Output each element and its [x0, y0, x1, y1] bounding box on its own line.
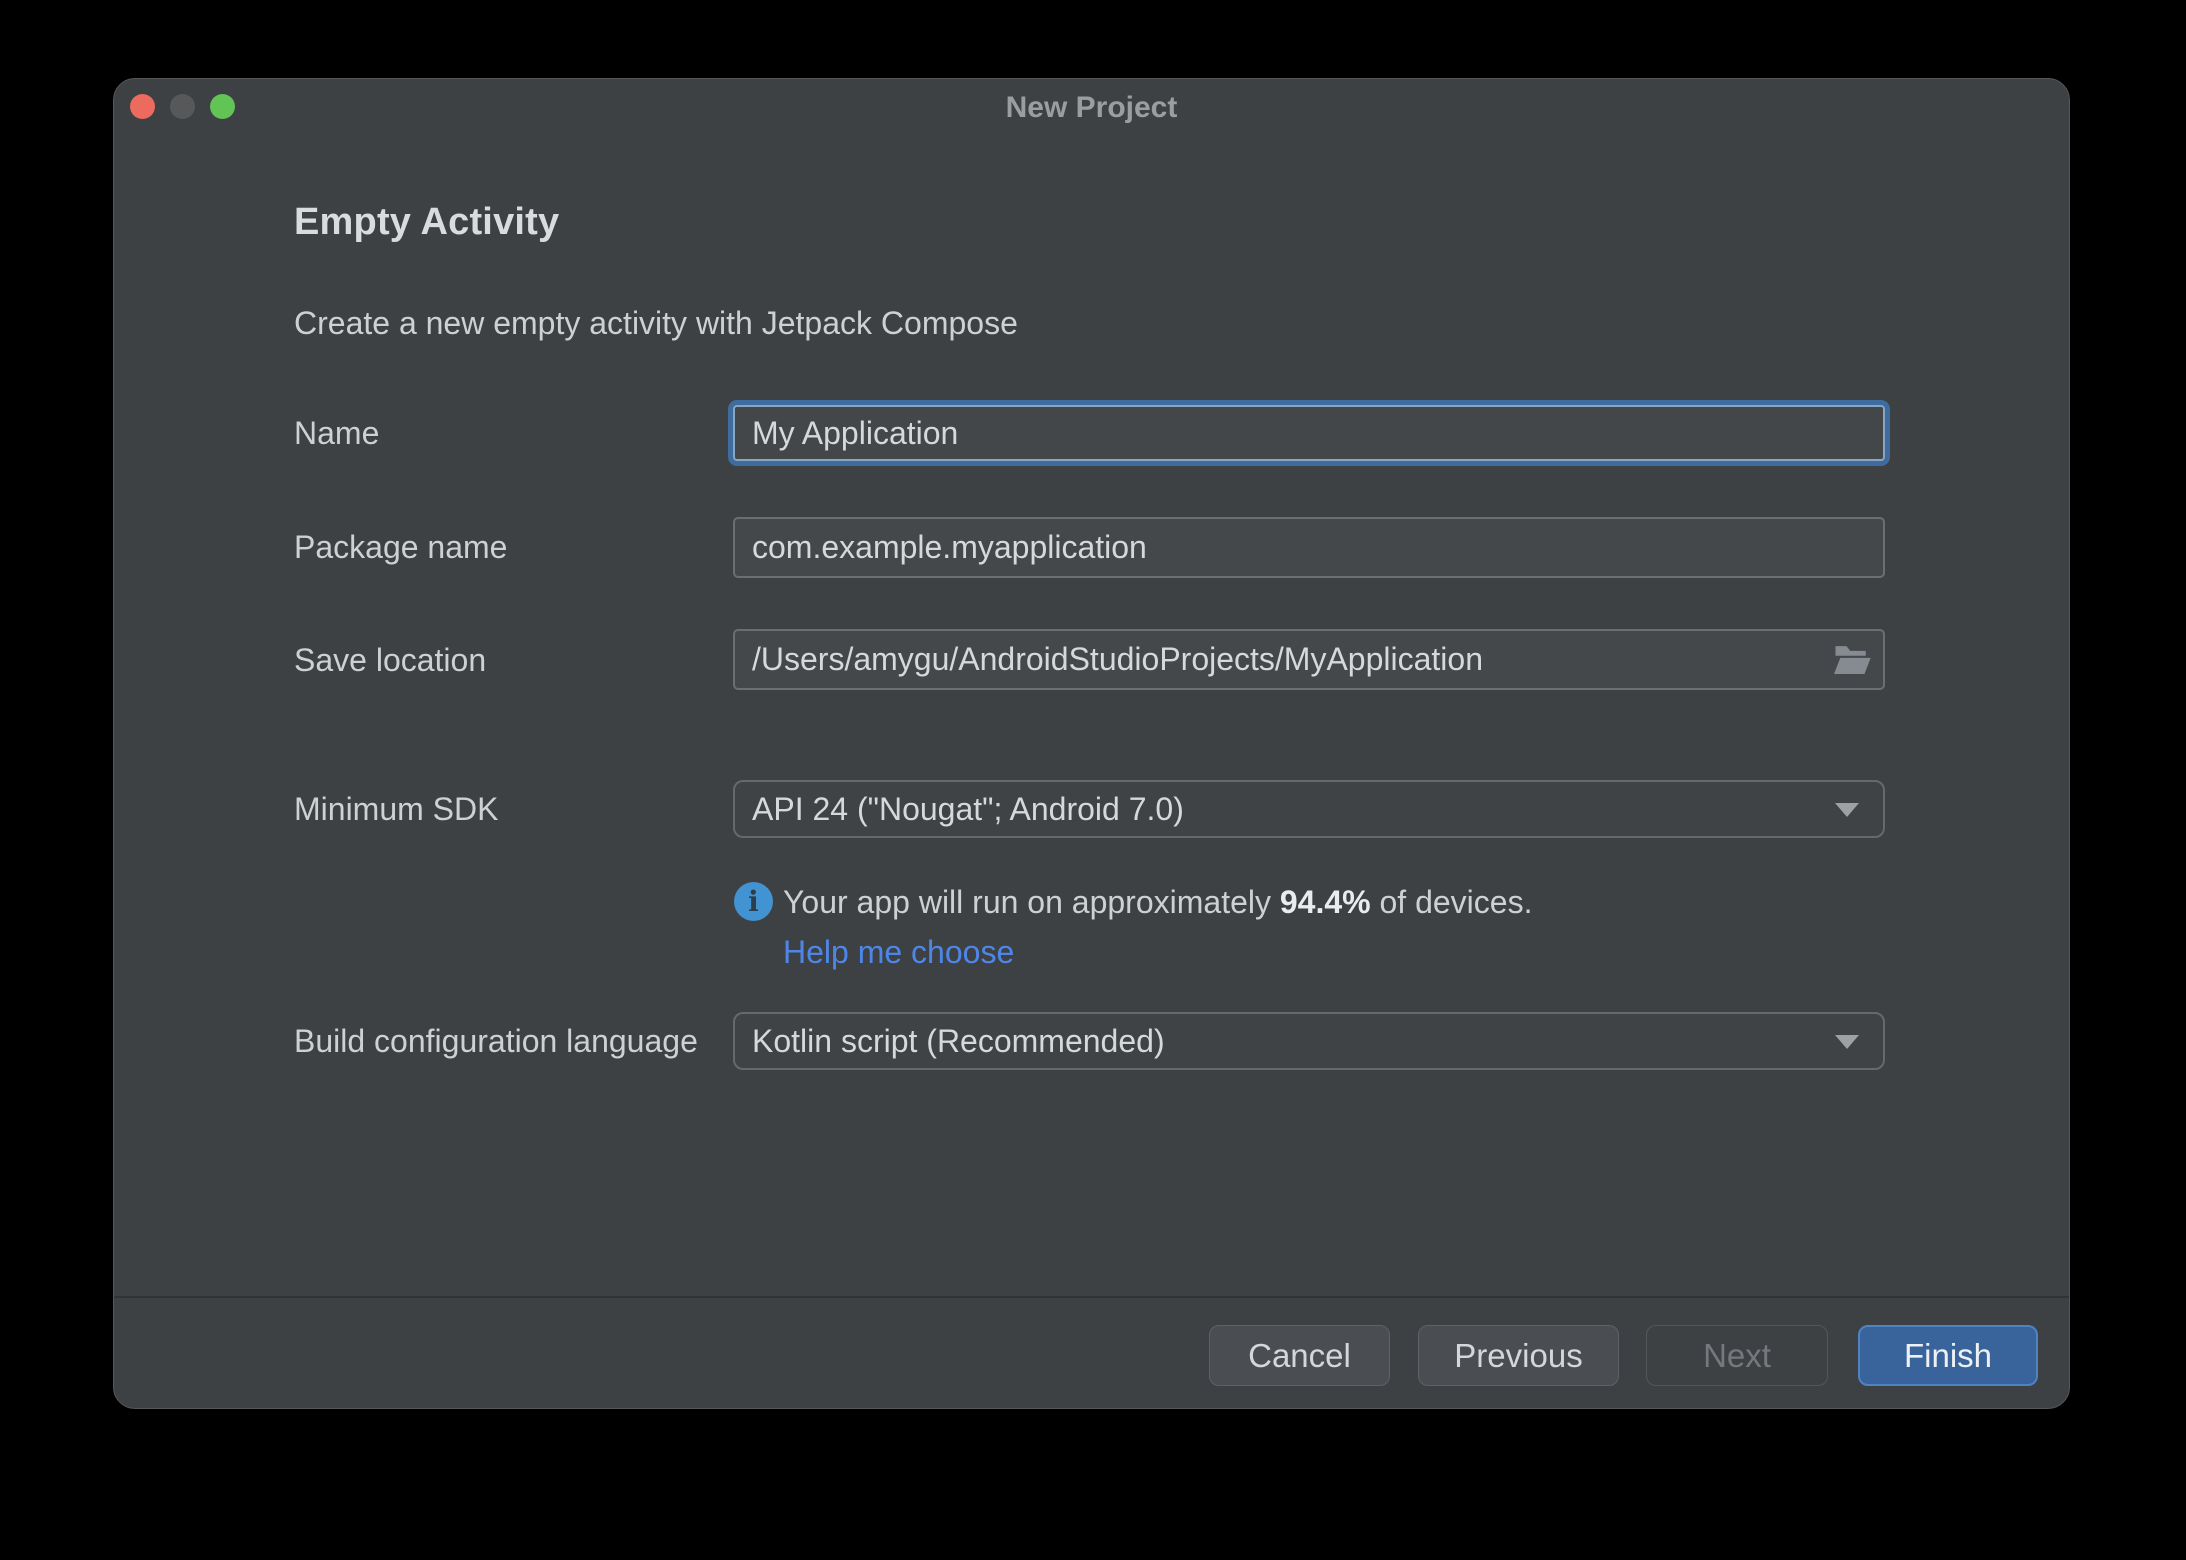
- next-button: Next: [1646, 1325, 1828, 1386]
- page-subtitle: Create a new empty activity with Jetpack…: [294, 305, 1018, 341]
- save-location-label: Save location: [294, 642, 487, 678]
- sdk-info-text: Your app will run on approximately 94.4%…: [783, 884, 1532, 921]
- cancel-button[interactable]: Cancel: [1209, 1325, 1390, 1386]
- sdk-info-percent: 94.4%: [1279, 884, 1371, 920]
- help-me-choose-link[interactable]: Help me choose: [783, 934, 1014, 971]
- package-name-input[interactable]: [733, 517, 1885, 578]
- minimum-sdk-label: Minimum SDK: [294, 791, 499, 827]
- page-title: Empty Activity: [294, 201, 560, 243]
- folder-open-icon: [1830, 645, 1874, 681]
- build-config-label: Build configuration language: [294, 1023, 698, 1059]
- build-config-select[interactable]: Kotlin script (Recommended): [733, 1012, 1885, 1070]
- info-icon: i: [734, 882, 773, 921]
- new-project-dialog: New Project Empty Activity Create a new …: [113, 78, 2070, 1409]
- minimum-sdk-value: API 24 ("Nougat"; Android 7.0): [752, 791, 1184, 827]
- package-name-label: Package name: [294, 529, 508, 565]
- browse-folder-button[interactable]: [1828, 639, 1876, 681]
- chevron-down-icon: [1835, 803, 1859, 817]
- finish-button[interactable]: Finish: [1858, 1325, 2038, 1386]
- sdk-info-prefix: Your app will run on approximately: [783, 884, 1280, 920]
- save-location-input[interactable]: [733, 629, 1885, 690]
- name-label: Name: [294, 415, 380, 451]
- chevron-down-icon: [1835, 1035, 1859, 1049]
- sdk-info-suffix: of devices.: [1370, 884, 1533, 920]
- build-config-value: Kotlin script (Recommended): [752, 1023, 1165, 1059]
- name-input[interactable]: [733, 405, 1885, 461]
- title-bar: New Project: [114, 79, 2069, 135]
- window-title: New Project: [1005, 91, 1178, 124]
- minimum-sdk-select[interactable]: API 24 ("Nougat"; Android 7.0): [733, 780, 1885, 838]
- footer-divider: [114, 1296, 2069, 1298]
- previous-button[interactable]: Previous: [1418, 1325, 1619, 1386]
